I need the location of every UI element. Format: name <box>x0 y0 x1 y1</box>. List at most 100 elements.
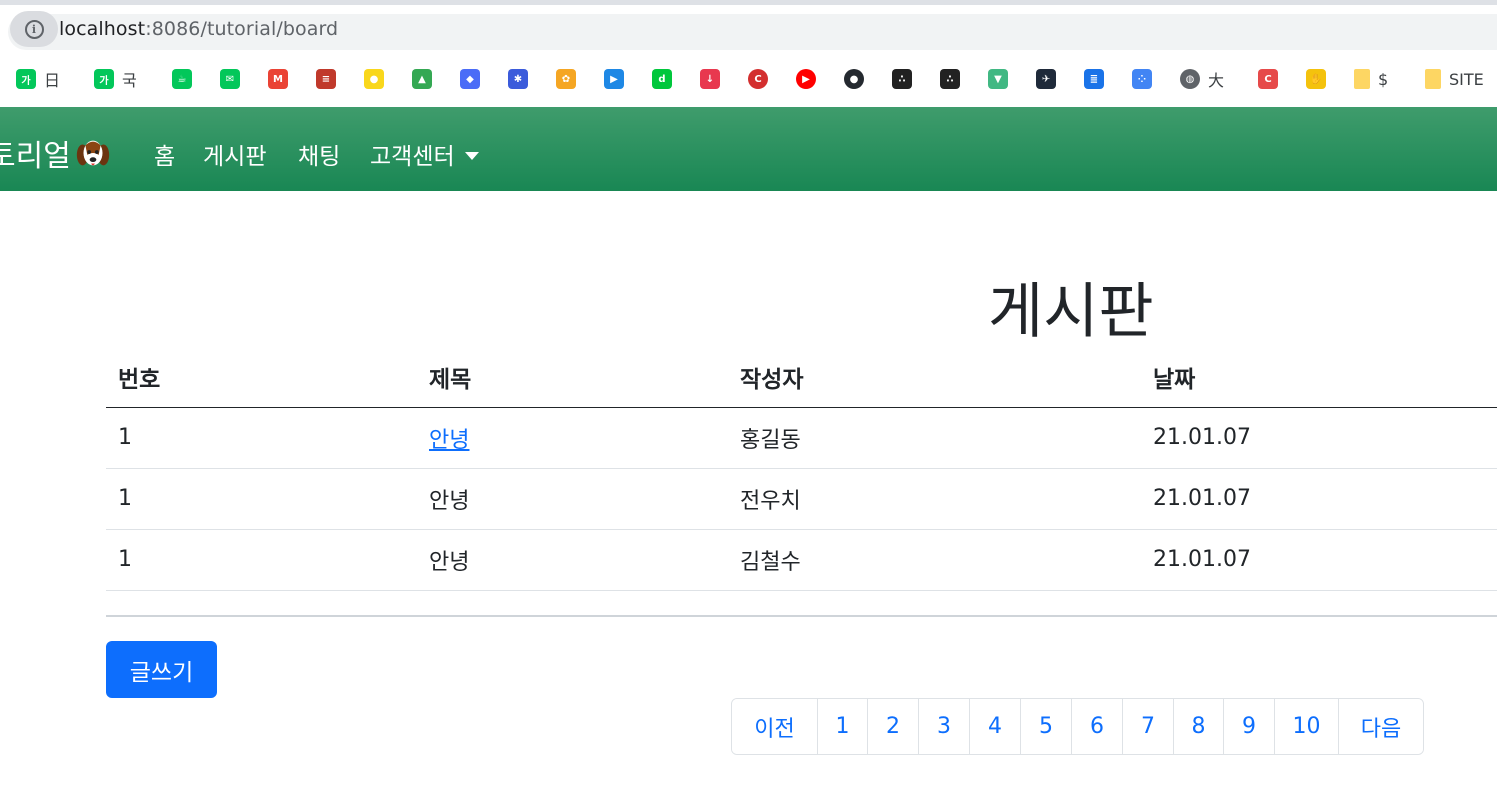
header-author: 작성자 <box>728 348 1141 408</box>
row-title-link[interactable]: 안녕 <box>429 428 469 453</box>
page-5[interactable]: 5 <box>1021 699 1072 754</box>
url-text[interactable]: localhost:8086/tutorial/board <box>59 18 338 40</box>
page-6[interactable]: 6 <box>1072 699 1123 754</box>
row-title: 안녕 <box>417 468 728 530</box>
bookmark-item[interactable]: C <box>748 68 768 90</box>
nav-board[interactable]: 게시판 <box>203 137 266 171</box>
bookmark-item[interactable]: 가日 <box>16 68 60 90</box>
c-badge-icon: C <box>748 69 768 89</box>
page-7[interactable]: 7 <box>1123 699 1174 754</box>
naver-dictionary-icon: 가 <box>16 69 36 89</box>
nav-support-label: 고객센터 <box>370 144 455 170</box>
globe-icon: ◍ <box>1180 69 1200 89</box>
c-square-icon: C <box>1258 69 1278 89</box>
bookmark-item[interactable]: ▶ <box>796 68 816 90</box>
page-2[interactable]: 2 <box>868 699 919 754</box>
page-prev[interactable]: 이전 <box>732 699 818 754</box>
folder-icon <box>1354 69 1370 89</box>
naver-dictionary-icon: 가 <box>94 69 114 89</box>
row-title-cell: 안녕 <box>417 407 728 469</box>
navbar-brand[interactable]: 토리얼 <box>0 131 112 175</box>
row-author: 김철수 <box>728 529 1141 591</box>
page-9[interactable]: 9 <box>1224 699 1275 754</box>
bookmark-item[interactable]: $ <box>1354 68 1388 90</box>
table-header-row: 번호 제목 작성자 날짜 <box>106 348 1497 408</box>
gift-icon: ✿ <box>556 69 576 89</box>
page-10[interactable]: 10 <box>1275 699 1339 754</box>
folder-icon <box>1425 69 1441 89</box>
bookmark-item[interactable]: ≡ <box>316 68 336 90</box>
row-author: 홍길동 <box>728 407 1141 469</box>
rainbow-icon: ≡ <box>316 69 336 89</box>
caret-down-icon <box>464 151 479 160</box>
bookmark-item[interactable]: M <box>268 68 288 90</box>
nav-home[interactable]: 홈 <box>154 137 175 171</box>
naver-cafe-icon: ☕ <box>172 69 192 89</box>
bookmark-item[interactable]: SITE <box>1425 68 1484 90</box>
bookmark-label: SITE <box>1449 69 1484 89</box>
brand-label: 토리얼 <box>0 139 71 174</box>
gmail-icon: M <box>268 69 288 89</box>
bookmark-label: $ <box>1378 69 1389 89</box>
bookmark-item[interactable]: ▼ <box>988 68 1008 90</box>
d-icon: d <box>652 69 672 89</box>
download-icon: ↓ <box>700 69 720 89</box>
row-number: 1 <box>106 468 417 530</box>
bookmark-item[interactable]: ✉ <box>220 68 240 90</box>
map-pin-icon: ● <box>364 69 384 89</box>
table-row: 1 안녕 전우치 21.01.07 <box>106 468 1497 530</box>
hand-icon: ✋ <box>1306 69 1326 89</box>
bookmark-item[interactable]: ✋ <box>1306 68 1326 90</box>
row-number: 1 <box>106 407 417 469</box>
dog-logo-icon <box>76 140 109 166</box>
bookmark-label: 日 <box>44 71 61 90</box>
bookmark-item[interactable]: ∴ <box>892 68 912 90</box>
play-icon: ▶ <box>604 69 624 89</box>
bookmark-item[interactable]: ∴ <box>940 68 960 90</box>
tool-icon: ✱ <box>508 69 528 89</box>
page-next[interactable]: 다음 <box>1339 699 1423 754</box>
bookmark-item[interactable]: ≣ <box>1084 68 1104 90</box>
vue-icon: ▼ <box>988 69 1008 89</box>
bookmark-item[interactable]: 가국 <box>94 68 137 90</box>
bookmark-label: 大 <box>1208 71 1225 90</box>
page-1[interactable]: 1 <box>818 699 868 754</box>
bookmark-item[interactable]: ✱ <box>508 68 528 90</box>
page-3[interactable]: 3 <box>919 699 970 754</box>
nav-chat[interactable]: 채팅 <box>298 137 340 171</box>
github-icon: ● <box>844 69 864 89</box>
row-date: 21.01.07 <box>1141 529 1497 591</box>
google-drive-icon: ▲ <box>412 69 432 89</box>
row-date: 21.01.07 <box>1141 407 1497 469</box>
row-title: 안녕 <box>417 529 728 591</box>
bookmark-item[interactable]: ⁘ <box>1132 68 1152 90</box>
board-table: 번호 제목 작성자 날짜 1 안녕 홍길동 21.01.07 1 안녕 전우치 … <box>106 348 1497 591</box>
bookmark-item[interactable]: ↓ <box>700 68 720 90</box>
bookmark-item[interactable]: ✈ <box>1036 68 1056 90</box>
bookmark-item[interactable]: ● <box>364 68 384 90</box>
row-date: 21.01.07 <box>1141 468 1497 530</box>
table-divider <box>106 615 1497 617</box>
page-4[interactable]: 4 <box>970 699 1021 754</box>
site-info-button[interactable]: i <box>10 11 58 47</box>
page-8[interactable]: 8 <box>1174 699 1224 754</box>
bookmark-item[interactable]: d <box>652 68 672 90</box>
row-author: 전우치 <box>728 468 1141 530</box>
bookmark-item[interactable]: ☕ <box>172 68 192 90</box>
navbar: 토리얼 홈 게시판 채팅 고객센터 <box>0 107 1497 191</box>
bookmark-item[interactable]: C <box>1258 68 1278 90</box>
header-date: 날짜 <box>1141 348 1497 408</box>
list-icon: ≣ <box>1084 69 1104 89</box>
bookmark-item[interactable]: ▶ <box>604 68 624 90</box>
bookmark-item[interactable]: ◆ <box>460 68 480 90</box>
bookmark-item[interactable]: ▲ <box>412 68 432 90</box>
table-row: 1 안녕 김철수 21.01.07 <box>106 529 1497 591</box>
dots-icon: ∴ <box>940 69 960 89</box>
table-row: 1 안녕 홍길동 21.01.07 <box>106 407 1497 469</box>
bookmark-item[interactable]: ✿ <box>556 68 576 90</box>
write-post-button[interactable]: 글쓰기 <box>106 641 217 698</box>
bookmark-item[interactable]: ◍ 大 <box>1180 68 1224 90</box>
bird-icon: ✈ <box>1036 69 1056 89</box>
nav-support-dropdown[interactable]: 고객센터 <box>370 137 479 171</box>
bookmark-item[interactable]: ● <box>844 68 864 90</box>
